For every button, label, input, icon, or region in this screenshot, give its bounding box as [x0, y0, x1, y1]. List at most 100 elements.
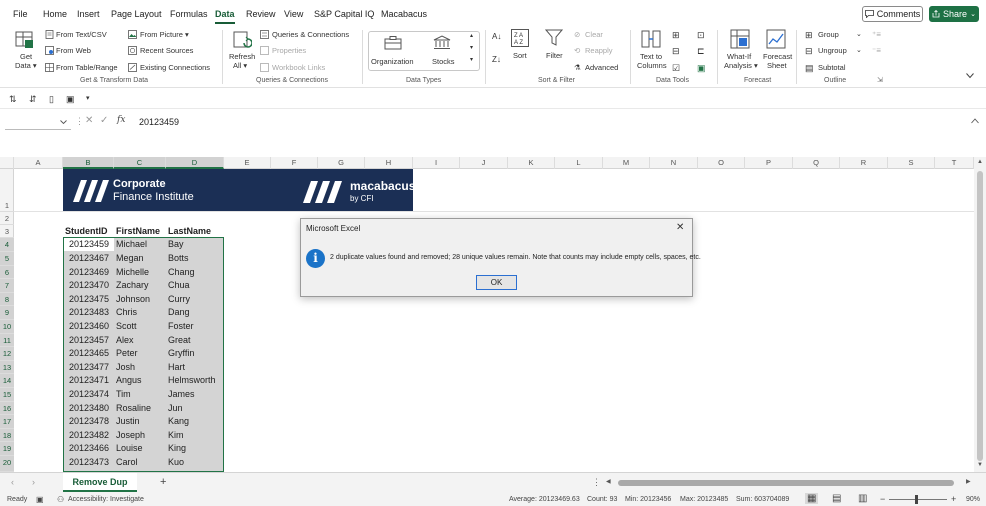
- collapse-formula-bar-icon[interactable]: [971, 118, 979, 124]
- queries-connections-button[interactable]: Queries & Connections: [272, 30, 349, 39]
- refresh-all-label-2[interactable]: All ▾: [233, 61, 247, 70]
- row-header-9[interactable]: 9: [0, 306, 14, 320]
- page-break-view-icon[interactable]: ▥: [858, 493, 867, 504]
- row-header-1[interactable]: 1: [0, 169, 14, 212]
- forecast-sheet-label-2[interactable]: Sheet: [767, 61, 787, 70]
- table-row[interactable]: Kim: [168, 429, 184, 443]
- row-header-10[interactable]: 10: [0, 320, 14, 334]
- column-header-a[interactable]: A: [14, 157, 63, 169]
- add-sheet-icon[interactable]: +: [160, 476, 166, 488]
- row-header-17[interactable]: 17: [0, 415, 14, 429]
- table-row[interactable]: Justin: [116, 415, 140, 429]
- row-header-5[interactable]: 5: [0, 252, 14, 266]
- what-if-icon[interactable]: [730, 29, 750, 49]
- prev-sheet-icon[interactable]: ‹: [11, 477, 14, 487]
- column-header-l[interactable]: L: [555, 157, 603, 169]
- qat-sort-ascending-icon[interactable]: ⇅: [9, 94, 17, 105]
- row-header-19[interactable]: 19: [0, 442, 14, 456]
- header-lastname[interactable]: LastName: [168, 225, 211, 239]
- gallery-scroll-up-icon[interactable]: ▴: [470, 32, 473, 39]
- zoom-in-icon[interactable]: +: [951, 494, 956, 504]
- table-row[interactable]: Peter: [116, 347, 138, 361]
- group-dropdown-icon[interactable]: ⌄: [856, 30, 862, 38]
- comments-button[interactable]: Comments: [862, 6, 923, 22]
- column-header-m[interactable]: M: [603, 157, 650, 169]
- name-box-dropdown-icon[interactable]: [60, 120, 67, 125]
- reapply-button[interactable]: Reapply: [585, 46, 613, 55]
- flash-fill-icon[interactable]: ⊞: [672, 30, 680, 41]
- filter-button[interactable]: Filter: [546, 51, 563, 60]
- sheet-tab-remove-dup[interactable]: Remove Dup: [63, 473, 137, 492]
- formula-input[interactable]: 20123459: [139, 117, 179, 127]
- table-row[interactable]: Josh: [116, 361, 135, 375]
- vertical-scroll-thumb[interactable]: [977, 171, 983, 461]
- subtotal-button[interactable]: Subtotal: [818, 63, 846, 72]
- table-row[interactable]: Rosaline: [116, 402, 151, 416]
- table-row[interactable]: 20123457: [69, 334, 109, 348]
- row-header-2[interactable]: 2: [0, 212, 14, 225]
- table-row[interactable]: King: [168, 442, 186, 456]
- tab-sp-capital-iq[interactable]: S&P Capital IQ: [314, 9, 374, 19]
- row-header-4[interactable]: 4: [0, 238, 14, 252]
- table-row[interactable]: Foster: [168, 320, 194, 334]
- table-row[interactable]: Johnson: [116, 293, 150, 307]
- sort-button[interactable]: Sort: [513, 51, 527, 60]
- table-row[interactable]: Hart: [168, 361, 185, 375]
- table-row[interactable]: 20123475: [69, 293, 109, 307]
- get-data-label-2[interactable]: Data ▾: [15, 61, 37, 70]
- header-firstname[interactable]: FirstName: [116, 225, 160, 239]
- column-header-t[interactable]: T: [935, 157, 974, 169]
- table-row[interactable]: Helmsworth: [168, 374, 216, 388]
- consolidate-icon[interactable]: ⊡: [697, 30, 705, 41]
- tab-view[interactable]: View: [284, 9, 303, 19]
- table-row[interactable]: Tim: [116, 388, 131, 402]
- column-header-s[interactable]: S: [888, 157, 935, 169]
- ungroup-dropdown-icon[interactable]: ⌄: [856, 46, 862, 54]
- tab-macabacus[interactable]: Macabacus: [381, 9, 427, 19]
- scroll-right-icon[interactable]: ▶: [966, 478, 971, 485]
- row-header-12[interactable]: 12: [0, 347, 14, 361]
- next-sheet-icon[interactable]: ›: [32, 477, 35, 487]
- tab-review[interactable]: Review: [246, 9, 276, 19]
- text-to-columns-label-1[interactable]: Text to: [640, 52, 662, 61]
- what-if-label-2[interactable]: Analysis ▾: [724, 61, 758, 70]
- table-row[interactable]: Megan: [116, 252, 144, 266]
- page-layout-view-icon[interactable]: ▤: [832, 493, 841, 504]
- qat-customize-icon[interactable]: ▾: [86, 94, 90, 102]
- show-detail-icon[interactable]: ⁺≡: [872, 30, 881, 39]
- tab-insert[interactable]: Insert: [77, 9, 100, 19]
- sort-icon[interactable]: Z AA Z: [511, 29, 529, 47]
- table-row[interactable]: 20123470: [69, 279, 109, 293]
- column-header-q[interactable]: Q: [793, 157, 840, 169]
- macro-record-icon[interactable]: ▣: [36, 495, 44, 504]
- from-picture-button[interactable]: From Picture ▾: [140, 30, 189, 39]
- qat-toggle-icon[interactable]: ▣: [66, 94, 75, 105]
- zoom-slider[interactable]: [889, 499, 947, 500]
- zoom-level[interactable]: 90%: [966, 496, 980, 503]
- column-header-k[interactable]: K: [508, 157, 555, 169]
- text-to-columns-icon[interactable]: [641, 29, 661, 49]
- normal-view-icon[interactable]: ▦: [805, 493, 819, 504]
- accessibility-status[interactable]: Accessibility: Investigate: [68, 496, 144, 503]
- scroll-up-icon[interactable]: ▲: [977, 159, 983, 165]
- table-row[interactable]: Kang: [168, 415, 189, 429]
- table-row[interactable]: 20123465: [69, 347, 109, 361]
- forecast-sheet-label-1[interactable]: Forecast: [763, 52, 792, 61]
- table-row[interactable]: 20123478: [69, 415, 109, 429]
- refresh-all-icon[interactable]: [232, 29, 252, 51]
- stocks-button[interactable]: Stocks: [432, 57, 455, 66]
- table-row[interactable]: Chang: [168, 266, 195, 280]
- table-row[interactable]: Louise: [116, 442, 143, 456]
- outline-dialog-launcher-icon[interactable]: ⇲: [877, 76, 883, 84]
- get-data-icon[interactable]: [13, 30, 35, 50]
- hide-detail-icon[interactable]: ⁻≡: [872, 46, 881, 55]
- column-header-g[interactable]: G: [318, 157, 365, 169]
- row-header-6[interactable]: 6: [0, 265, 14, 280]
- table-row[interactable]: 20123480: [69, 402, 109, 416]
- table-row[interactable]: Angus: [116, 374, 142, 388]
- table-row[interactable]: 20123467: [69, 252, 109, 266]
- table-row[interactable]: Jun: [168, 402, 183, 416]
- table-row[interactable]: Great: [168, 334, 191, 348]
- column-header-i[interactable]: I: [413, 157, 460, 169]
- table-row[interactable]: 20123474: [69, 388, 109, 402]
